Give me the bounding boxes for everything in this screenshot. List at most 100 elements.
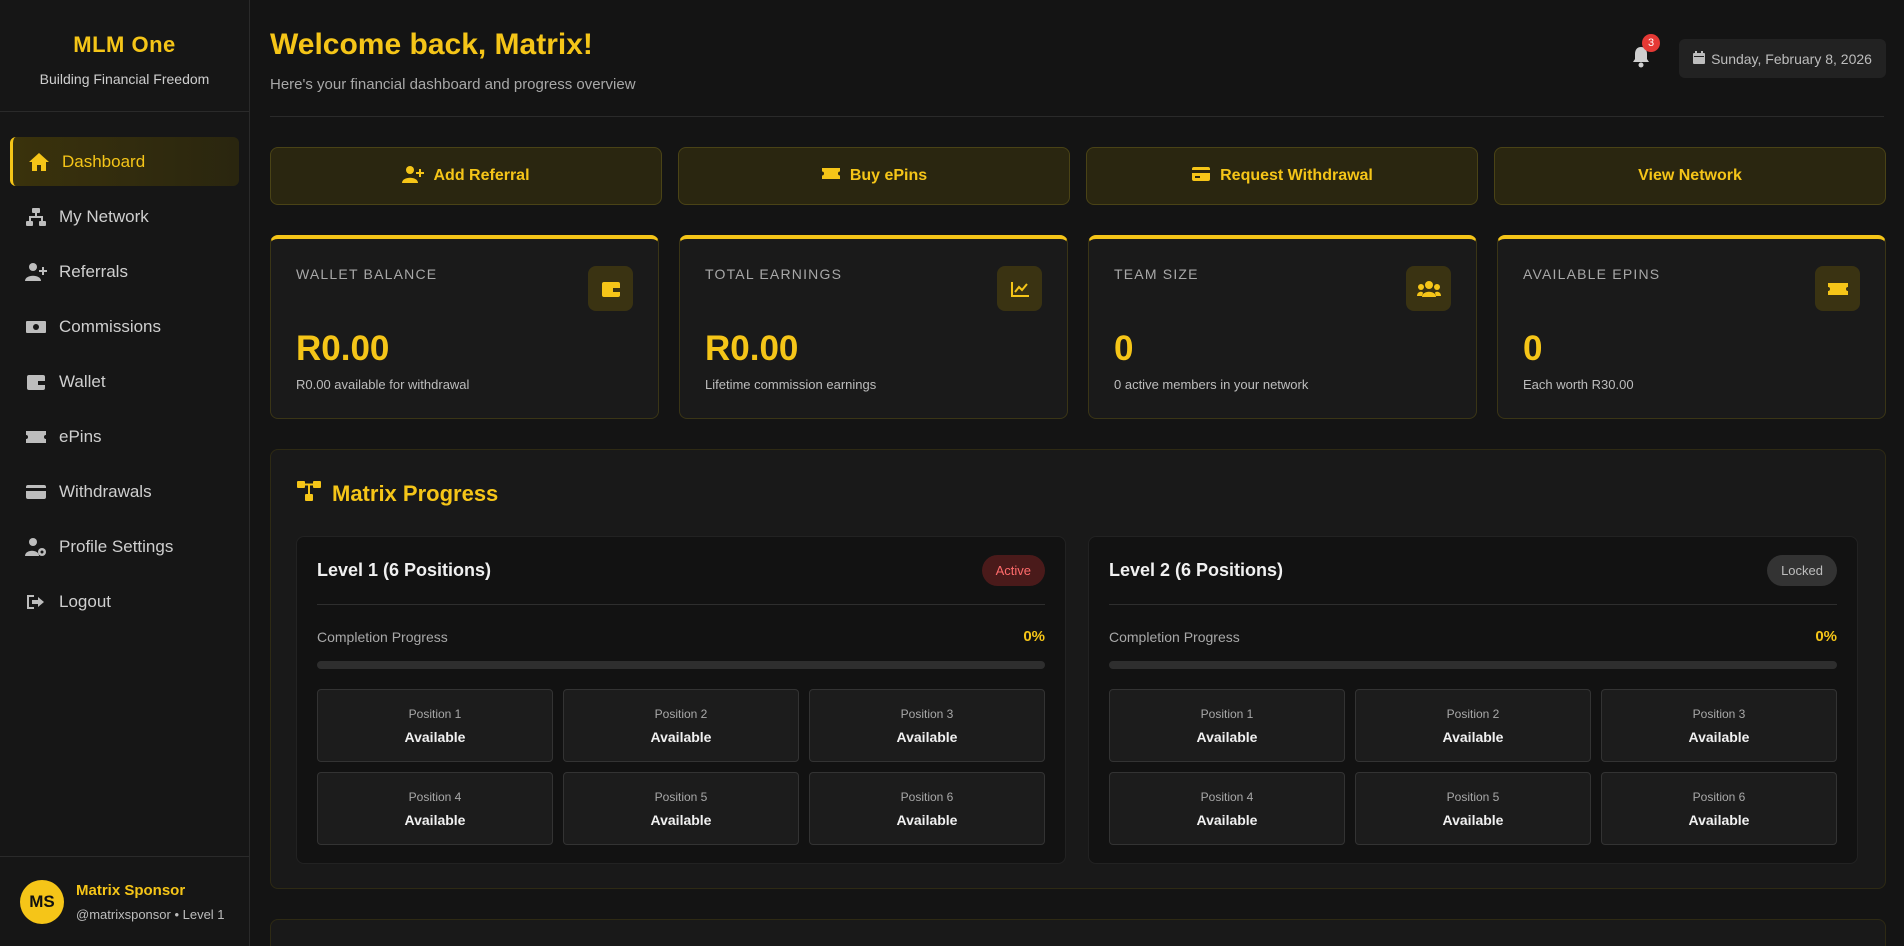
credit-card-icon bbox=[1191, 166, 1220, 187]
position-name: Position 5 bbox=[1446, 789, 1500, 804]
page-subtitle: Here's your financial dashboard and prog… bbox=[270, 76, 636, 93]
sidebar-item-commissions[interactable]: Commissions bbox=[10, 302, 239, 351]
page-header: Welcome back, Matrix! Here's your financ… bbox=[270, 0, 1886, 117]
position-slot[interactable]: Position 3 Available bbox=[1601, 689, 1837, 762]
ticket-icon bbox=[24, 425, 48, 449]
position-slot[interactable]: Position 2 Available bbox=[563, 689, 799, 762]
total-earnings-card: TOTAL EARNINGS R0.00 Lifetime commission… bbox=[679, 235, 1068, 419]
available-epins-card: AVAILABLE EPINS 0 Each worth R30.00 bbox=[1497, 235, 1886, 419]
stat-value: R0.00 bbox=[296, 329, 390, 368]
position-name: Position 3 bbox=[900, 706, 954, 721]
status-badge: Active bbox=[981, 555, 1045, 586]
money-icon bbox=[24, 315, 48, 339]
wallet-balance-card: WALLET BALANCE R0.00 R0.00 available for… bbox=[270, 235, 659, 419]
view-network-button[interactable]: View Network bbox=[1494, 147, 1886, 205]
level-2-card: Level 2 (6 Positions) Locked Completion … bbox=[1088, 536, 1858, 864]
position-name: Position 6 bbox=[900, 789, 954, 804]
position-slot[interactable]: Position 1 Available bbox=[317, 689, 553, 762]
sitemap-icon bbox=[296, 480, 332, 508]
position-status: Available bbox=[650, 728, 712, 745]
network-icon bbox=[24, 205, 48, 229]
progress-label: Completion Progress bbox=[1109, 628, 1240, 645]
stat-label: AVAILABLE EPINS bbox=[1523, 266, 1661, 282]
position-slot[interactable]: Position 6 Available bbox=[809, 772, 1045, 845]
user-plus-icon bbox=[24, 260, 48, 284]
position-status: Available bbox=[1442, 811, 1504, 828]
buy-epins-button[interactable]: Buy ePins bbox=[678, 147, 1070, 205]
progress-label: Completion Progress bbox=[317, 628, 448, 645]
stat-subtext: Each worth R30.00 bbox=[1523, 377, 1634, 392]
level-1-card: Level 1 (6 Positions) Active Completion … bbox=[296, 536, 1066, 864]
sidebar-item-logout[interactable]: Logout bbox=[10, 577, 239, 626]
user-gear-icon bbox=[24, 535, 48, 559]
user-plus-icon bbox=[402, 165, 433, 188]
add-referral-button[interactable]: Add Referral bbox=[270, 147, 662, 205]
sidebar: MLM One Building Financial Freedom Dashb… bbox=[0, 0, 250, 946]
position-name: Position 3 bbox=[1692, 706, 1746, 721]
position-slot[interactable]: Position 4 Available bbox=[317, 772, 553, 845]
position-status: Available bbox=[650, 811, 712, 828]
sidebar-item-label: Wallet bbox=[59, 371, 106, 391]
position-name: Position 1 bbox=[408, 706, 462, 721]
progress-percent: 0% bbox=[1815, 628, 1837, 645]
brand-name: MLM One bbox=[73, 32, 176, 57]
sidebar-nav: Dashboard My Network Referrals Commissio… bbox=[0, 112, 249, 626]
position-name: Position 2 bbox=[1446, 706, 1500, 721]
position-status: Available bbox=[1688, 811, 1750, 828]
brand-tagline: Building Financial Freedom bbox=[39, 71, 210, 87]
date-text: Sunday, February 8, 2026 bbox=[1711, 50, 1872, 67]
buy-epins-label: Buy ePins bbox=[849, 167, 928, 184]
sidebar-item-label: Dashboard bbox=[62, 151, 146, 171]
position-name: Position 6 bbox=[1692, 789, 1746, 804]
ticket-icon bbox=[821, 166, 850, 186]
sidebar-item-label: Withdrawals bbox=[59, 481, 152, 501]
sidebar-item-label: My Network bbox=[59, 206, 149, 226]
date-display: Sunday, February 8, 2026 bbox=[1679, 39, 1886, 78]
position-name: Position 5 bbox=[654, 789, 708, 804]
logout-icon bbox=[24, 590, 48, 614]
home-icon bbox=[27, 150, 51, 174]
stats-row: WALLET BALANCE R0.00 R0.00 available for… bbox=[270, 235, 1886, 419]
position-name: Position 2 bbox=[654, 706, 708, 721]
position-slot[interactable]: Position 2 Available bbox=[1355, 689, 1591, 762]
page-title: Welcome back, Matrix! bbox=[270, 28, 593, 61]
quick-actions: Add Referral Buy ePins Request Withdrawa… bbox=[270, 147, 1886, 205]
avatar: MS bbox=[20, 879, 64, 924]
user-profile[interactable]: MS Matrix Sponsor @matrixsponsor • Level… bbox=[0, 856, 250, 946]
position-slot[interactable]: Position 5 Available bbox=[563, 772, 799, 845]
stat-subtext: 0 active members in your network bbox=[1114, 377, 1309, 392]
progress-percent: 0% bbox=[1023, 628, 1045, 645]
sidebar-item-label: Commissions bbox=[59, 316, 162, 336]
request-withdrawal-button[interactable]: Request Withdrawal bbox=[1086, 147, 1478, 205]
sidebar-item-dashboard[interactable]: Dashboard bbox=[10, 137, 239, 186]
position-slot[interactable]: Position 5 Available bbox=[1355, 772, 1591, 845]
stat-label: WALLET BALANCE bbox=[296, 266, 438, 282]
position-name: Position 4 bbox=[408, 789, 462, 804]
ticket-icon bbox=[1815, 266, 1860, 311]
users-icon bbox=[1406, 266, 1451, 311]
sidebar-item-profile-settings[interactable]: Profile Settings bbox=[10, 522, 239, 571]
position-slot[interactable]: Position 4 Available bbox=[1109, 772, 1345, 845]
sidebar-item-wallet[interactable]: Wallet bbox=[10, 357, 239, 406]
notification-badge: 3 bbox=[1642, 34, 1660, 52]
position-slot[interactable]: Position 6 Available bbox=[1601, 772, 1837, 845]
position-status: Available bbox=[1196, 728, 1258, 745]
wallet-icon bbox=[588, 266, 633, 311]
position-status: Available bbox=[1688, 728, 1750, 745]
position-slot[interactable]: Position 1 Available bbox=[1109, 689, 1345, 762]
sidebar-item-my-network[interactable]: My Network bbox=[10, 192, 239, 241]
sidebar-item-referrals[interactable]: Referrals bbox=[10, 247, 239, 296]
matrix-progress-panel: Matrix Progress Level 1 (6 Positions) Ac… bbox=[270, 449, 1886, 889]
stat-value: R0.00 bbox=[705, 329, 799, 368]
brand: MLM One Building Financial Freedom bbox=[0, 0, 249, 112]
user-handle: @matrixsponsor • Level 1 bbox=[76, 906, 225, 922]
sidebar-item-epins[interactable]: ePins bbox=[10, 412, 239, 461]
position-slot[interactable]: Position 3 Available bbox=[809, 689, 1045, 762]
team-size-card: TEAM SIZE 0 0 active members in your net… bbox=[1088, 235, 1477, 419]
sidebar-item-withdrawals[interactable]: Withdrawals bbox=[10, 467, 239, 516]
add-referral-label: Add Referral bbox=[433, 167, 530, 184]
wallet-icon bbox=[24, 370, 48, 394]
view-network-label: View Network bbox=[1638, 167, 1742, 184]
level-title: Level 2 (6 Positions) bbox=[1109, 560, 1284, 580]
sidebar-item-label: ePins bbox=[59, 426, 102, 446]
